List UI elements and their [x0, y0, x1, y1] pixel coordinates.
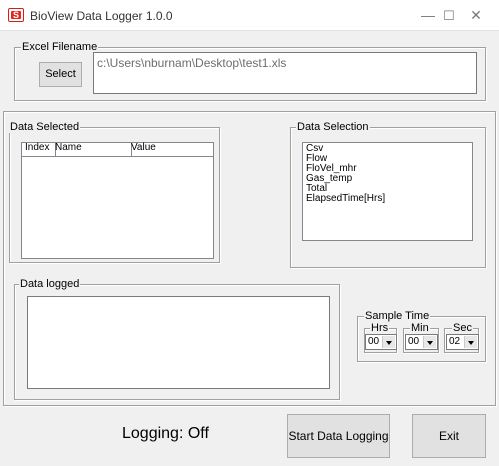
- chevron-down-icon: [382, 336, 395, 348]
- list-item[interactable]: Csv: [303, 144, 472, 154]
- data-selection-legend: Data Selection: [296, 121, 370, 133]
- sample-time-legend: Sample Time: [364, 310, 431, 322]
- data-logged-textarea[interactable]: [27, 296, 330, 389]
- logging-status: Logging: Off: [122, 425, 209, 442]
- min-label: Min: [410, 322, 430, 334]
- data-logged-legend: Data logged: [19, 278, 81, 290]
- data-selection-list[interactable]: Csv Flow FloVel_mhr Gas_temp Total Elaps…: [302, 142, 473, 241]
- min-select[interactable]: 00: [405, 334, 438, 350]
- app-icon: S: [8, 8, 24, 22]
- hrs-select[interactable]: 00: [365, 334, 397, 350]
- column-header-index[interactable]: Index: [22, 143, 56, 156]
- excel-filename-legend: Excel Filename: [21, 41, 99, 53]
- column-header-value[interactable]: Value: [128, 143, 216, 156]
- chevron-down-icon: [423, 336, 436, 348]
- list-item[interactable]: ElapsedTime[Hrs]: [303, 194, 472, 204]
- start-logging-button[interactable]: Start Data Logging: [287, 414, 390, 458]
- close-icon: ✕: [470, 7, 482, 23]
- close-button[interactable]: ✕: [453, 0, 499, 31]
- data-selected-legend: Data Selected: [9, 121, 81, 133]
- list-item[interactable]: Gas_temp: [303, 174, 472, 184]
- chevron-down-icon: [464, 336, 477, 348]
- sec-label: Sec: [452, 322, 473, 334]
- select-file-button[interactable]: Select: [39, 62, 82, 87]
- column-header-name[interactable]: Name: [52, 143, 132, 156]
- data-selected-header: Index Name Value: [22, 143, 213, 157]
- data-selected-list[interactable]: Index Name Value: [21, 142, 214, 259]
- window-title: BioView Data Logger 1.0.0: [30, 9, 173, 23]
- excel-path-field[interactable]: c:\Users\nburnam\Desktop\test1.xls: [93, 52, 477, 94]
- exit-button[interactable]: Exit: [412, 414, 486, 458]
- hrs-label: Hrs: [370, 322, 390, 334]
- title-bar[interactable]: S BioView Data Logger 1.0.0 — ☐ ✕: [0, 0, 499, 31]
- sec-select[interactable]: 02: [446, 334, 479, 350]
